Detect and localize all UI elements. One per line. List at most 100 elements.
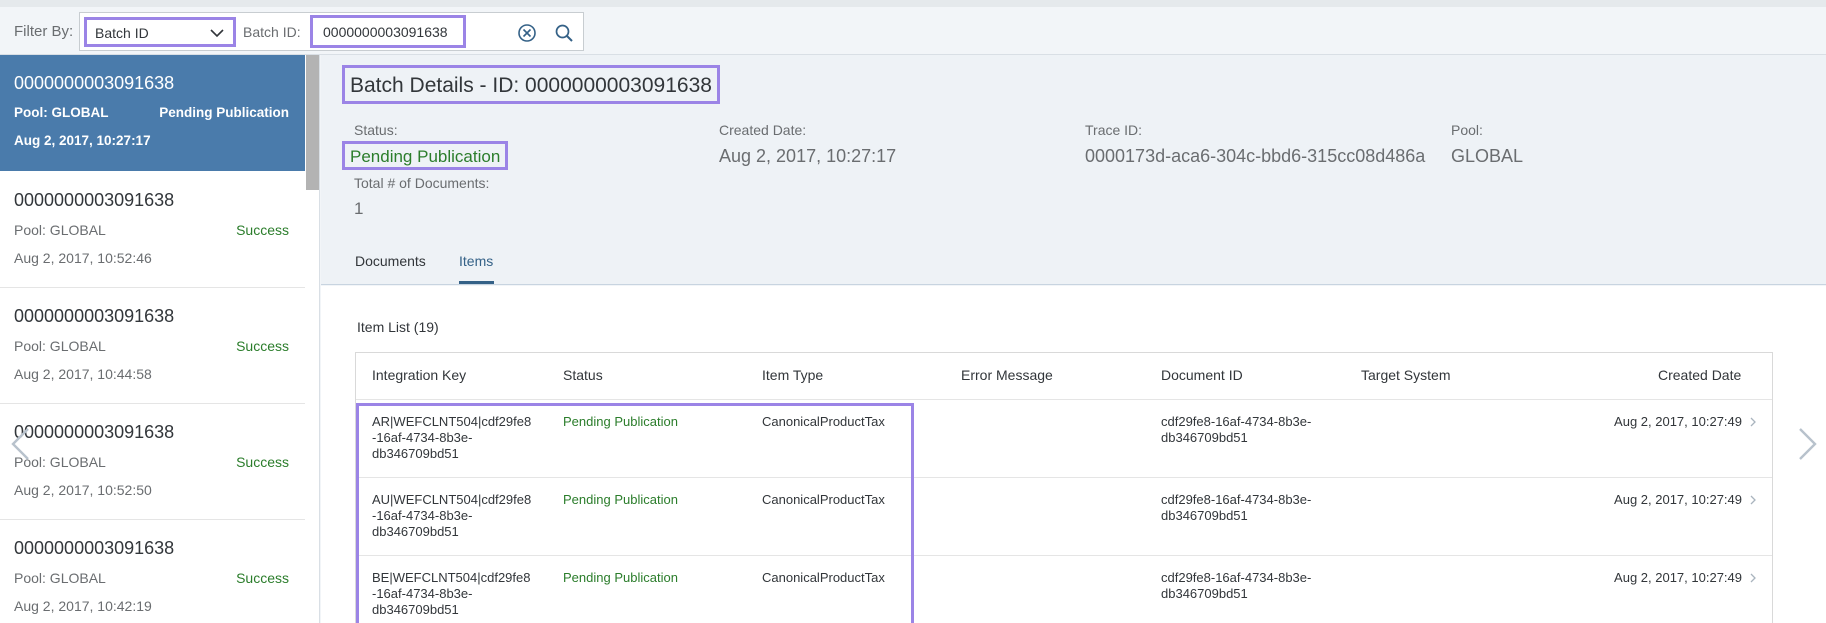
table-row[interactable]: AR|WEFCLNT504|cdf29fe8 -16af-4734-8b3e- … [356,399,1772,477]
created-date-value: Aug 2, 2017, 10:27:17 [719,146,897,166]
cell-integration-key-line: -16af-4734-8b3e- [372,586,473,601]
filter-select-value: Batch ID [95,25,149,41]
chevron-down-icon [210,29,224,38]
batch-item-date: Aug 2, 2017, 10:52:50 [14,482,152,498]
filter-select[interactable]: Batch ID [84,17,236,47]
cell-integration-key-line: db346709bd51 [372,602,459,617]
cell-document-id-line: db346709bd51 [1161,508,1248,523]
batch-item-pool: Pool: GLOBAL [14,570,106,586]
column-header-item-type[interactable]: Item Type [762,367,823,383]
batch-item-id: 0000000003091638 [14,73,175,93]
batch-item-status: Success [236,338,289,354]
chevron-right-icon[interactable] [1748,494,1758,506]
column-header-created-date[interactable]: Created Date [1658,367,1741,383]
column-header-error-message[interactable]: Error Message [961,367,1053,383]
items-table: Integration Key Status Item Type Error M… [355,352,1773,623]
cell-status: Pending Publication [563,414,678,429]
filter-by-label: Filter By: [14,23,74,40]
total-documents-label: Total # of Documents: [354,175,490,191]
search-icon[interactable] [554,23,574,43]
batch-item-date: Aug 2, 2017, 10:44:58 [14,366,152,382]
arrow-right-icon[interactable] [1794,426,1820,462]
cell-integration-key-line: db346709bd51 [372,446,459,461]
trace-id-label: Trace ID: [1085,122,1143,138]
trace-id-value: 0000173d-aca6-304c-bbd6-315cc08d486a [1085,146,1426,166]
created-date-label: Created Date: [719,122,807,138]
batch-detail-header: Batch Details - ID: 0000000003091638 Sta… [321,55,1826,285]
cell-status: Pending Publication [563,570,678,585]
cell-document-id: cdf29fe8-16af-4734-8b3e- db346709bd51 [1161,414,1311,446]
batch-list-item[interactable]: 0000000003091638 Pool: GLOBAL Success Au… [0,172,305,288]
tab-documents[interactable]: Documents [355,253,426,269]
chevron-right-icon[interactable] [1748,572,1758,584]
cell-item-type: CanonicalProductTax [762,492,885,507]
pool-label: Pool: [1451,122,1483,138]
batch-item-date: Aug 2, 2017, 10:42:19 [14,598,152,614]
chevron-right-icon[interactable] [1748,416,1758,428]
batch-detail: Batch Details - ID: 0000000003091638 Sta… [321,55,1826,623]
item-list-title: Item List (19) [357,319,439,335]
cell-integration-key-line: db346709bd51 [372,524,459,539]
column-header-integration-key[interactable]: Integration Key [372,367,466,383]
batch-id-label: Batch ID: [243,24,301,40]
pool-value: GLOBAL [1451,146,1524,166]
cell-integration-key-line: AU|WEFCLNT504|cdf29fe8 [372,492,532,507]
items-panel: Item List (19) Integration Key Status It… [321,286,1826,623]
batch-id-input-value: 0000000003091638 [323,24,448,40]
cell-item-type: CanonicalProductTax [762,570,885,585]
column-header-document-id[interactable]: Document ID [1161,367,1243,383]
cell-integration-key-line: AR|WEFCLNT504|cdf29fe8 [372,414,532,429]
batch-item-pool: Pool: GLOBAL [14,105,109,120]
batch-id-input[interactable]: 0000000003091638 [310,15,466,48]
batch-list: 0000000003091638 Pool: GLOBAL Pending Pu… [0,55,320,623]
cell-integration-key-line: -16af-4734-8b3e- [372,508,473,523]
cell-document-id-line: db346709bd51 [1161,430,1248,445]
batch-item-pool: Pool: GLOBAL [14,338,106,354]
cell-integration-key: AR|WEFCLNT504|cdf29fe8 -16af-4734-8b3e- … [372,414,531,462]
cell-document-id-line: cdf29fe8-16af-4734-8b3e- [1161,570,1312,585]
batch-list-item[interactable]: 0000000003091638 Pool: GLOBAL Success Au… [0,520,305,623]
batch-item-status: Pending Publication [159,105,289,120]
filter-bar: Filter By: Batch ID Batch ID: 0000000003… [0,0,1826,55]
batch-item-id: 0000000003091638 [14,306,175,326]
batch-list-item[interactable]: 0000000003091638 Pool: GLOBAL Success Au… [0,288,305,404]
cell-integration-key-line: -16af-4734-8b3e- [372,430,473,445]
cell-document-id-line: cdf29fe8-16af-4734-8b3e- [1161,414,1312,429]
cell-integration-key: BE|WEFCLNT504|cdf29fe8 -16af-4734-8b3e- … [372,570,531,618]
batch-item-id: 0000000003091638 [14,538,175,558]
cell-integration-key-line: BE|WEFCLNT504|cdf29fe8 [372,570,531,585]
cell-document-id: cdf29fe8-16af-4734-8b3e- db346709bd51 [1161,492,1311,524]
status-label: Status: [354,122,398,138]
batch-item-date: Aug 2, 2017, 10:52:46 [14,250,152,266]
total-documents-value: 1 [354,199,364,218]
clear-icon[interactable] [517,23,537,43]
cell-status: Pending Publication [563,492,678,507]
cell-created-date: Aug 2, 2017, 10:27:49 [1614,492,1742,507]
column-header-target-system[interactable]: Target System [1361,367,1450,383]
cell-document-id-line: cdf29fe8-16af-4734-8b3e- [1161,492,1312,507]
table-row[interactable]: AU|WEFCLNT504|cdf29fe8 -16af-4734-8b3e- … [356,477,1772,555]
status-badge: Pending Publication [342,141,509,170]
batch-item-status: Success [236,222,289,238]
batch-list-item[interactable]: 0000000003091638 Pool: GLOBAL Success Au… [0,404,305,520]
page-title: Batch Details - ID: 0000000003091638 [342,65,720,104]
batch-item-status: Success [236,570,289,586]
active-tab-indicator [459,281,494,284]
cell-document-id-line: db346709bd51 [1161,586,1248,601]
batch-item-status: Success [236,454,289,470]
cell-created-date: Aug 2, 2017, 10:27:49 [1614,570,1742,585]
arrow-left-icon[interactable] [8,426,34,462]
table-row[interactable]: BE|WEFCLNT504|cdf29fe8 -16af-4734-8b3e- … [356,555,1772,623]
tab-items[interactable]: Items [459,253,493,269]
batch-item-pool: Pool: GLOBAL [14,222,106,238]
batch-list-scrollbar-thumb[interactable] [306,55,319,190]
column-header-status[interactable]: Status [563,367,603,383]
filter-group: Batch ID Batch ID: 0000000003091638 [79,12,584,51]
cell-item-type: CanonicalProductTax [762,414,885,429]
batch-list-item[interactable]: 0000000003091638 Pool: GLOBAL Pending Pu… [0,55,305,171]
cell-document-id: cdf29fe8-16af-4734-8b3e- db346709bd51 [1161,570,1311,602]
cell-integration-key: AU|WEFCLNT504|cdf29fe8 -16af-4734-8b3e- … [372,492,531,540]
batch-item-id: 0000000003091638 [14,190,175,210]
batch-item-id: 0000000003091638 [14,422,175,442]
batch-item-date: Aug 2, 2017, 10:27:17 [14,133,151,148]
